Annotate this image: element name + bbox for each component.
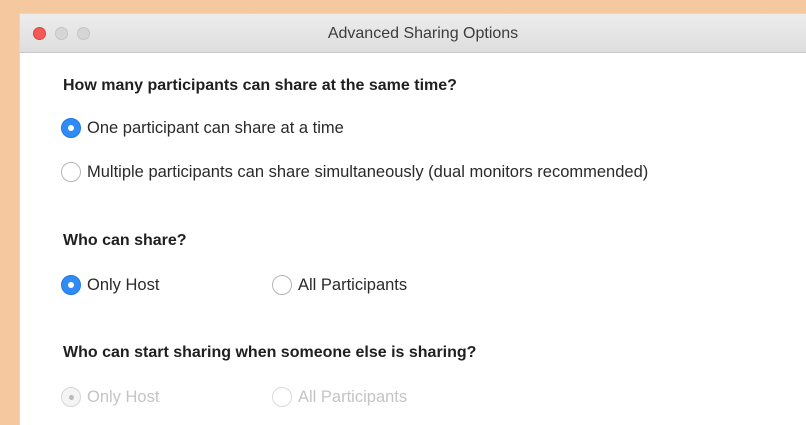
option-one-participant-label: One participant can share at a time bbox=[87, 118, 344, 137]
radio-start-only-host bbox=[61, 387, 81, 407]
option-multiple-participants-label: Multiple participants can share simultan… bbox=[87, 162, 649, 181]
radio-share-only-host[interactable] bbox=[61, 275, 81, 295]
option-start-all-participants-label: All Participants bbox=[298, 387, 408, 406]
advanced-sharing-options-window: Advanced Sharing Options How many partic… bbox=[20, 14, 806, 425]
option-start-only-host: Only Host bbox=[61, 387, 159, 407]
radio-share-all-participants[interactable] bbox=[272, 275, 292, 295]
radio-one-participant[interactable] bbox=[61, 118, 81, 138]
option-share-only-host-label: Only Host bbox=[87, 275, 160, 294]
option-share-only-host[interactable]: Only Host bbox=[61, 275, 159, 295]
option-multiple-participants[interactable]: Multiple participants can share simultan… bbox=[61, 162, 648, 182]
option-share-all-participants-label: All Participants bbox=[298, 275, 408, 294]
option-share-all-participants[interactable]: All Participants bbox=[272, 275, 407, 295]
question-who-can-share: Who can share? bbox=[63, 232, 187, 249]
option-one-participant[interactable]: One participant can share at a time bbox=[61, 118, 344, 138]
radio-multiple-participants[interactable] bbox=[61, 162, 81, 182]
title-bar[interactable]: Advanced Sharing Options bbox=[20, 14, 806, 53]
question-start-sharing-while-sharing: Who can start sharing when someone else … bbox=[63, 344, 477, 361]
option-start-all-participants: All Participants bbox=[272, 387, 407, 407]
window-title: Advanced Sharing Options bbox=[327, 25, 519, 42]
radio-start-all-participants bbox=[272, 387, 292, 407]
question-simultaneous-sharing: How many participants can share at the s… bbox=[63, 77, 457, 94]
option-start-only-host-label: Only Host bbox=[87, 387, 160, 406]
